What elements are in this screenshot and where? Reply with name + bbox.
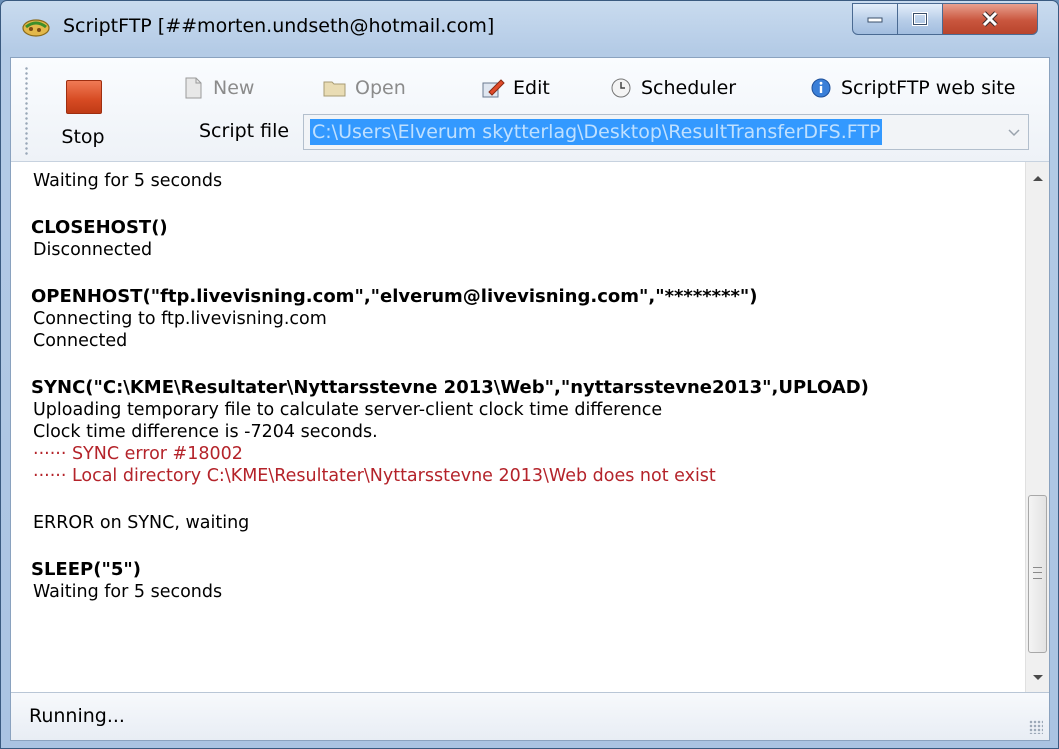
log-line: Clock time difference is -7204 seconds. (33, 422, 378, 442)
log-output[interactable]: SLEEP("5") Waiting for 5 seconds CLOSEHO… (11, 162, 1025, 692)
open-button[interactable]: Open (323, 72, 406, 104)
status-text: Running... (29, 705, 125, 727)
log-line: Waiting for 5 seconds (33, 582, 223, 602)
scroll-down-icon[interactable] (1032, 674, 1044, 682)
stop-button[interactable]: Stop (45, 64, 121, 158)
log-content: SLEEP("5") Waiting for 5 seconds CLOSEHO… (31, 162, 869, 603)
scrollbar-thumb[interactable] (1028, 495, 1047, 653)
vertical-scrollbar[interactable] (1025, 162, 1049, 692)
log-command: SLEEP("5") (31, 559, 141, 580)
log-error-line: ······ Local directory C:\KME\Resultater… (33, 466, 716, 486)
window-title: ScriptFTP [##morten.undseth@hotmail.com] (63, 15, 495, 37)
website-button[interactable]: ScriptFTP web site (809, 72, 1015, 104)
title-bar[interactable]: ScriptFTP [##morten.undseth@hotmail.com] (1, 1, 1058, 57)
stop-icon (66, 80, 102, 114)
log-line: Connected (33, 331, 128, 351)
log-line: ERROR on SYNC, waiting (33, 513, 250, 533)
website-label: ScriptFTP web site (841, 77, 1016, 99)
log-command: SYNC("C:\KME\Resultater\Nyttarsstevne 20… (31, 377, 869, 398)
script-file-value[interactable]: C:\Users\Elverum skytterlag\Desktop\Resu… (310, 119, 883, 145)
scheduler-button[interactable]: Scheduler (609, 72, 736, 104)
edit-label: Edit (513, 77, 550, 99)
client-area: Stop New Open Edit Scheduler ScriptFTP w… (10, 57, 1050, 741)
app-window: ScriptFTP [##morten.undseth@hotmail.com]… (0, 0, 1059, 749)
status-bar: Running... (11, 692, 1049, 740)
log-command: OPENHOST("ftp.livevisning.com","elverum@… (31, 286, 758, 307)
log-line: Uploading temporary file to calculate se… (33, 400, 663, 420)
log-error-line: ······ SYNC error #18002 (33, 444, 243, 464)
maximize-button[interactable] (897, 3, 943, 35)
log-line: Disconnected (33, 240, 153, 260)
scroll-up-icon[interactable] (1032, 174, 1044, 182)
resize-grip[interactable] (1029, 720, 1043, 734)
log-line: Connecting to ftp.livevisning.com (33, 309, 327, 329)
clipped-command-line: SLEEP("5") (31, 162, 869, 170)
new-button[interactable]: New (181, 72, 254, 104)
close-icon (982, 11, 998, 27)
log-command: CLOSEHOST() (31, 217, 168, 238)
close-button[interactable] (942, 3, 1038, 35)
minimize-button[interactable] (852, 3, 898, 35)
script-file-label: Script file (199, 120, 290, 142)
folder-icon (323, 81, 346, 97)
toolbar-grip[interactable] (25, 66, 28, 156)
new-document-icon (185, 77, 202, 99)
open-label: Open (355, 77, 406, 99)
log-line: Waiting for 5 seconds (33, 171, 223, 191)
toolbar: Stop New Open Edit Scheduler ScriptFTP w… (11, 58, 1049, 162)
info-icon (811, 78, 831, 98)
scheduler-label: Scheduler (641, 77, 737, 99)
scriptftp-app-icon (22, 19, 50, 37)
maximize-icon (912, 12, 928, 26)
clock-icon (611, 78, 631, 98)
scrollbar-grip (1033, 567, 1042, 579)
new-label: New (213, 77, 255, 99)
stop-label: Stop (61, 126, 105, 148)
chevron-down-icon[interactable] (1008, 129, 1020, 137)
minimize-icon (867, 17, 883, 23)
script-file-combobox[interactable]: C:\Users\Elverum skytterlag\Desktop\Resu… (303, 114, 1029, 150)
edit-button[interactable]: Edit (481, 72, 550, 104)
edit-icon (482, 79, 505, 98)
